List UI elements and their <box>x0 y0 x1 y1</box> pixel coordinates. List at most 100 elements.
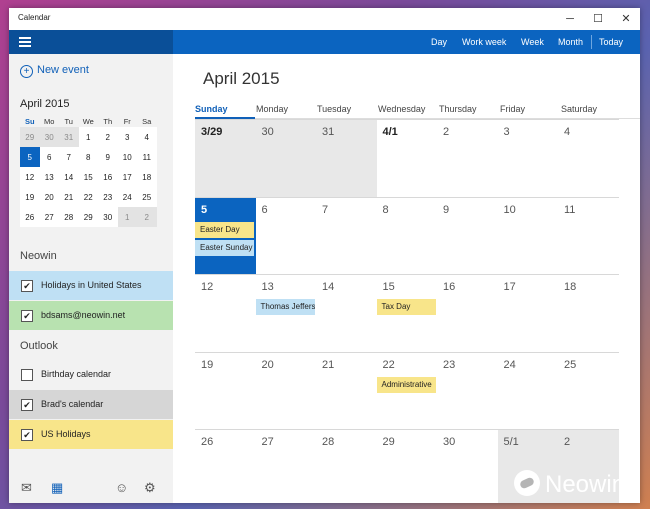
calendar-holidays-us[interactable]: ✔ Holidays in United States <box>9 271 173 300</box>
day-cell[interactable]: 21 <box>316 351 377 430</box>
checkbox[interactable]: ✔ <box>21 429 33 441</box>
mini-day[interactable]: 11 <box>137 147 157 167</box>
day-cell[interactable]: 15 Tax Day <box>376 274 437 352</box>
day-cell[interactable]: 4/1 <box>376 119 437 197</box>
mini-day[interactable]: 21 <box>59 187 79 207</box>
day-cell[interactable]: 29 <box>376 429 437 503</box>
event-chip[interactable]: Easter Sunday <box>195 239 254 256</box>
day-cell[interactable]: 30 <box>437 429 498 503</box>
mini-day[interactable]: 13 <box>39 167 59 187</box>
mini-day[interactable]: 31 <box>59 127 79 147</box>
mini-day[interactable]: 2 <box>137 207 157 227</box>
maximize-button[interactable]: ☐ <box>584 8 612 30</box>
calendar-label: Holidays in United States <box>41 280 142 290</box>
day-cell[interactable]: 7 <box>316 196 377 275</box>
mini-day[interactable]: 20 <box>39 187 59 207</box>
mini-day[interactable]: 7 <box>59 147 79 167</box>
hamburger-button[interactable] <box>9 30 173 54</box>
calendar-us-holidays[interactable]: ✔ US Holidays <box>9 420 173 449</box>
mini-day[interactable]: 10 <box>117 147 137 167</box>
day-cell[interactable]: 8 <box>376 196 437 275</box>
day-cell[interactable]: 25 <box>558 351 619 430</box>
calendar-icon[interactable]: ▦ <box>51 480 63 496</box>
view-month-button[interactable]: Month <box>558 30 583 54</box>
view-day-button[interactable]: Day <box>431 30 447 54</box>
mini-day[interactable]: 17 <box>117 167 137 187</box>
checkbox[interactable]: ✔ <box>21 399 33 411</box>
mini-day[interactable]: 5 <box>20 147 40 167</box>
day-cell[interactable]: 17 <box>497 274 558 352</box>
mini-day[interactable]: 18 <box>137 167 157 187</box>
feedback-icon[interactable]: ☺ <box>115 480 128 495</box>
event-chip[interactable]: Tax Day <box>376 299 436 315</box>
settings-icon[interactable]: ⚙ <box>144 480 156 496</box>
mini-day[interactable]: 23 <box>98 187 118 207</box>
mini-day[interactable]: 30 <box>39 127 59 147</box>
mail-icon[interactable]: ✉ <box>21 480 32 496</box>
day-cell[interactable]: 27 <box>255 429 316 503</box>
day-cell[interactable]: 23 <box>437 351 498 430</box>
mini-day[interactable]: 6 <box>39 147 59 167</box>
calendar-birthday[interactable]: Birthday calendar <box>9 360 173 389</box>
day-cell[interactable]: 28 <box>316 429 377 503</box>
day-cell[interactable]: 30 <box>255 119 316 197</box>
event-chip[interactable]: Thomas Jefferson <box>255 299 315 315</box>
mini-day[interactable]: 30 <box>98 207 118 227</box>
mini-day[interactable]: 14 <box>59 167 79 187</box>
mini-day[interactable]: 19 <box>20 187 40 207</box>
calendar-brads[interactable]: ✔ Brad's calendar <box>9 390 173 419</box>
day-cell[interactable]: 12 <box>195 274 256 352</box>
day-cell[interactable]: 11 <box>558 196 619 275</box>
mini-day[interactable]: 2 <box>98 127 118 147</box>
day-cell[interactable]: 18 <box>558 274 619 352</box>
mini-day[interactable]: 3 <box>117 127 137 147</box>
mini-day[interactable]: 9 <box>98 147 118 167</box>
mini-day[interactable]: 25 <box>137 187 157 207</box>
mini-day[interactable]: 28 <box>59 207 79 227</box>
view-week-button[interactable]: Week <box>521 30 544 54</box>
mini-day[interactable]: 1 <box>117 207 137 227</box>
mini-day[interactable]: 29 <box>20 127 40 147</box>
checkbox[interactable]: ✔ <box>21 280 33 292</box>
view-work-week-button[interactable]: Work week <box>462 30 506 54</box>
day-cell[interactable]: 13 Thomas Jefferson <box>255 274 316 352</box>
day-cell[interactable]: 16 <box>437 274 498 352</box>
mini-day[interactable]: 29 <box>78 207 98 227</box>
day-cell[interactable]: 10 <box>497 196 558 275</box>
day-cell[interactable]: 22 Administrative <box>376 351 437 430</box>
day-cell[interactable]: 20 <box>255 351 316 430</box>
checkbox[interactable]: ✔ <box>21 310 33 322</box>
day-cell[interactable]: 2 <box>437 119 498 197</box>
mini-day[interactable]: 8 <box>78 147 98 167</box>
day-cell[interactable]: 4 <box>558 119 619 197</box>
day-number: 30 <box>443 436 456 448</box>
day-cell[interactable]: 6 <box>255 196 316 275</box>
mini-day[interactable]: 4 <box>137 127 157 147</box>
day-cell[interactable]: 14 <box>316 274 377 352</box>
mini-calendar-title[interactable]: April 2015 <box>20 98 157 110</box>
today-button[interactable]: Today <box>599 30 623 54</box>
mini-day[interactable]: 12 <box>20 167 40 187</box>
day-cell[interactable]: 5 Easter Day Easter Sunday <box>195 196 256 274</box>
day-cell[interactable]: 3/29 <box>195 119 256 197</box>
calendar-bdsams[interactable]: ✔ bdsams@neowin.net <box>9 301 173 330</box>
day-cell[interactable]: 19 <box>195 351 256 430</box>
event-chip[interactable]: Easter Day <box>195 221 254 238</box>
mini-day[interactable]: 26 <box>20 207 40 227</box>
close-button[interactable]: ✕ <box>612 8 640 30</box>
day-cell[interactable]: 24 <box>497 351 558 430</box>
new-event-button[interactable]: + New event <box>20 64 89 78</box>
event-chip[interactable]: Administrative <box>376 376 436 393</box>
checkbox[interactable] <box>21 369 33 381</box>
day-cell[interactable]: 31 <box>316 119 377 197</box>
mini-day[interactable]: 24 <box>117 187 137 207</box>
minimize-button[interactable]: ─ <box>556 8 584 30</box>
mini-day[interactable]: 27 <box>39 207 59 227</box>
mini-day[interactable]: 16 <box>98 167 118 187</box>
day-cell[interactable]: 3 <box>497 119 558 197</box>
day-cell[interactable]: 26 <box>195 429 256 503</box>
mini-day[interactable]: 15 <box>78 167 98 187</box>
mini-day[interactable]: 22 <box>78 187 98 207</box>
mini-day[interactable]: 1 <box>78 127 98 147</box>
day-cell[interactable]: 9 <box>437 196 498 275</box>
